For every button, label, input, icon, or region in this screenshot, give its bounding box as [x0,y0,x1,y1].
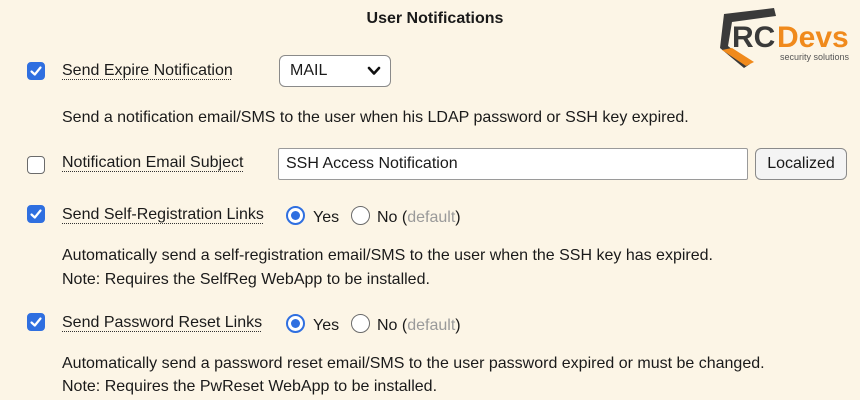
self-registration-checkbox[interactable] [27,205,45,223]
expire-notification-select[interactable]: MAIL [279,55,391,87]
password-reset-note: Note: Requires the PwReset WebApp to be … [62,378,438,395]
rcdevs-logo-mark: RC Devs security solutions [720,8,850,68]
password-reset-label[interactable]: Send Password Reset Links [62,314,262,332]
password-reset-yes-radio[interactable] [286,314,305,333]
self-registration-yes-radio[interactable] [286,206,305,225]
expire-notification-description: Send a notification email/SMS to the use… [62,109,689,126]
logo-devs-text: Devs [777,21,849,54]
localized-button[interactable]: Localized [755,148,847,180]
no-text: No [377,209,398,226]
self-registration-label[interactable]: Send Self-Registration Links [62,206,264,224]
self-registration-description: Automatically send a self-registration e… [62,247,713,264]
email-subject-input[interactable]: SSH Access Notification [278,148,748,180]
email-subject-checkbox[interactable] [27,156,45,174]
password-reset-checkbox[interactable] [27,313,45,331]
expire-notification-checkbox[interactable] [27,62,45,80]
self-registration-no-label: No (default) [377,209,461,227]
checkmark-icon [30,317,42,327]
paren-close: ) [455,317,461,334]
password-reset-description: Automatically send a password reset emai… [62,355,765,372]
select-value: MAIL [290,62,328,79]
logo-rc-text: RC [732,21,775,54]
checkmark-icon [30,66,42,76]
no-text: No [377,317,398,334]
email-subject-label[interactable]: Notification Email Subject [62,154,243,172]
password-reset-no-radio[interactable] [351,314,370,333]
password-reset-no-label: No (default) [377,317,461,335]
logo-tagline-text: security solutions [780,52,850,62]
expire-notification-label[interactable]: Send Expire Notification [62,62,233,80]
checkmark-icon [30,209,42,219]
chevron-down-icon [367,66,381,75]
self-registration-yes-label: Yes [313,209,340,226]
password-reset-yes-label: Yes [313,317,340,334]
rcdevs-logo: RC Devs security solutions [714,6,854,68]
self-registration-note: Note: Requires the SelfReg WebApp to be … [62,271,430,288]
self-registration-no-radio[interactable] [351,206,370,225]
default-hint: default [407,317,456,334]
paren-close: ) [455,209,461,226]
default-hint: default [407,209,456,226]
